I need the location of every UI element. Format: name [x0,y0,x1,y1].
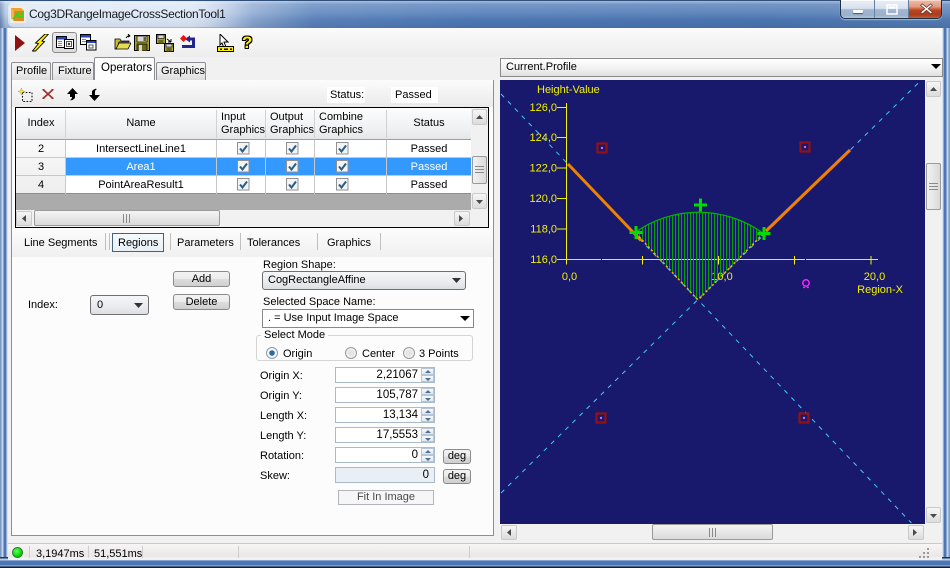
svg-text:122,0: 122,0 [529,163,557,175]
svg-text:20,0: 20,0 [864,271,885,283]
svg-text:126,0: 126,0 [529,102,557,114]
svg-text:116,0: 116,0 [530,254,557,266]
svg-text:120,0: 120,0 [529,193,557,205]
svg-text:Region-X: Region-X [857,284,904,296]
svg-text:Height-Value: Height-Value [537,84,600,96]
svg-text:118,0: 118,0 [530,224,557,236]
svg-text:0,0: 0,0 [562,271,577,283]
